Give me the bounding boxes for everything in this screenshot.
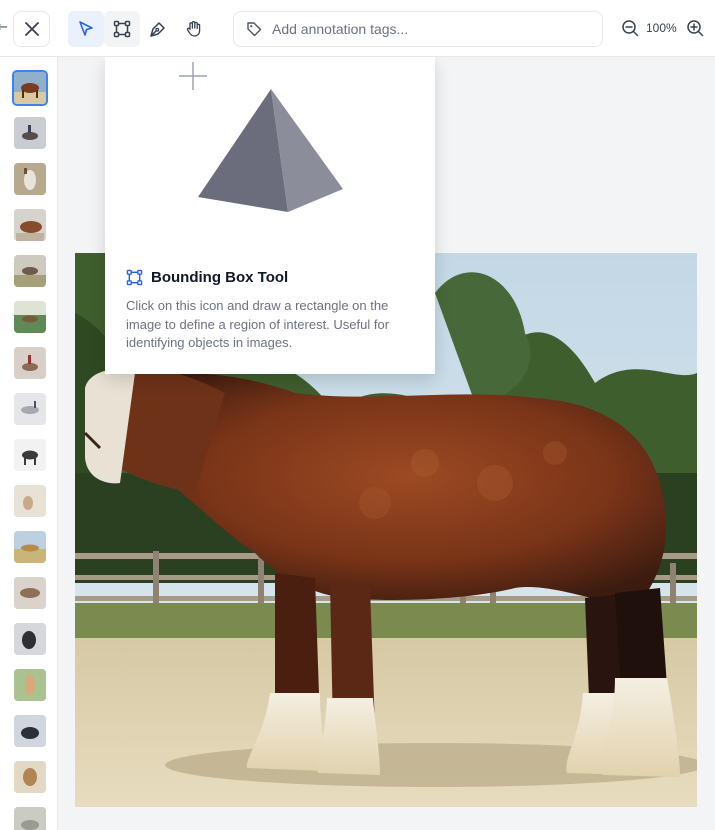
thumbnail-item[interactable] bbox=[14, 485, 46, 517]
thumbnail-item[interactable] bbox=[14, 209, 46, 241]
polygon-tool-button[interactable] bbox=[140, 11, 176, 47]
zoom-in-button[interactable] bbox=[685, 18, 705, 38]
zoom-in-icon bbox=[687, 20, 704, 37]
thumbnail-item[interactable] bbox=[14, 439, 46, 471]
thumbnail-item[interactable] bbox=[14, 807, 46, 830]
tooltip-description: Click on this icon and draw a rectangle … bbox=[126, 298, 390, 350]
hand-icon bbox=[186, 21, 201, 37]
annotation-tags-field[interactable] bbox=[233, 11, 603, 47]
bounding-box-icon bbox=[126, 269, 143, 286]
thumbnail-item[interactable] bbox=[14, 393, 46, 425]
bounding-box-icon bbox=[113, 20, 131, 38]
pyramid-illustration bbox=[179, 62, 343, 212]
zoom-level: 100% bbox=[646, 21, 677, 35]
thumbnail-item[interactable] bbox=[14, 163, 46, 195]
tool-group bbox=[68, 11, 212, 47]
toolbar: ← Add annotation tags... 100% bbox=[0, 0, 715, 57]
tool-tooltip: Bounding Box Tool Click on this icon and… bbox=[105, 57, 435, 374]
close-icon bbox=[24, 22, 39, 36]
zoom-out-button[interactable] bbox=[620, 18, 640, 38]
thumbnail-item[interactable] bbox=[14, 255, 46, 287]
thumbnail-item[interactable] bbox=[14, 715, 46, 747]
thumbnail-item[interactable] bbox=[14, 761, 46, 793]
thumbnail-item[interactable] bbox=[12, 70, 48, 106]
zoom-out-icon bbox=[622, 20, 639, 37]
pen-tool-icon bbox=[150, 22, 165, 37]
thumbnail-item[interactable] bbox=[14, 301, 46, 333]
bounding-box-tool-button[interactable] bbox=[104, 11, 140, 47]
thumbnail-item[interactable] bbox=[14, 577, 46, 609]
pointer-arrow-icon bbox=[79, 21, 93, 36]
thumbnail-sidebar bbox=[0, 57, 58, 830]
thumbnail-item[interactable] bbox=[14, 669, 46, 701]
thumbnail-item[interactable] bbox=[14, 623, 46, 655]
tooltip-header: Bounding Box Tool bbox=[126, 269, 288, 286]
thumbnail-item[interactable] bbox=[14, 531, 46, 563]
tooltip-title: Bounding Box Tool bbox=[151, 269, 289, 286]
close-button[interactable] bbox=[13, 11, 50, 47]
annotation-canvas[interactable]: Bounding Box Tool Click on this icon and… bbox=[59, 57, 715, 830]
thumbnail-item[interactable] bbox=[14, 117, 46, 149]
arrow-left-icon[interactable]: ← bbox=[0, 20, 8, 35]
select-tool-button[interactable] bbox=[68, 11, 104, 47]
annotation-tags-input[interactable] bbox=[272, 21, 572, 37]
thumbnail-item[interactable] bbox=[14, 347, 46, 379]
pan-tool-button[interactable] bbox=[176, 11, 212, 47]
tag-icon bbox=[247, 22, 262, 37]
